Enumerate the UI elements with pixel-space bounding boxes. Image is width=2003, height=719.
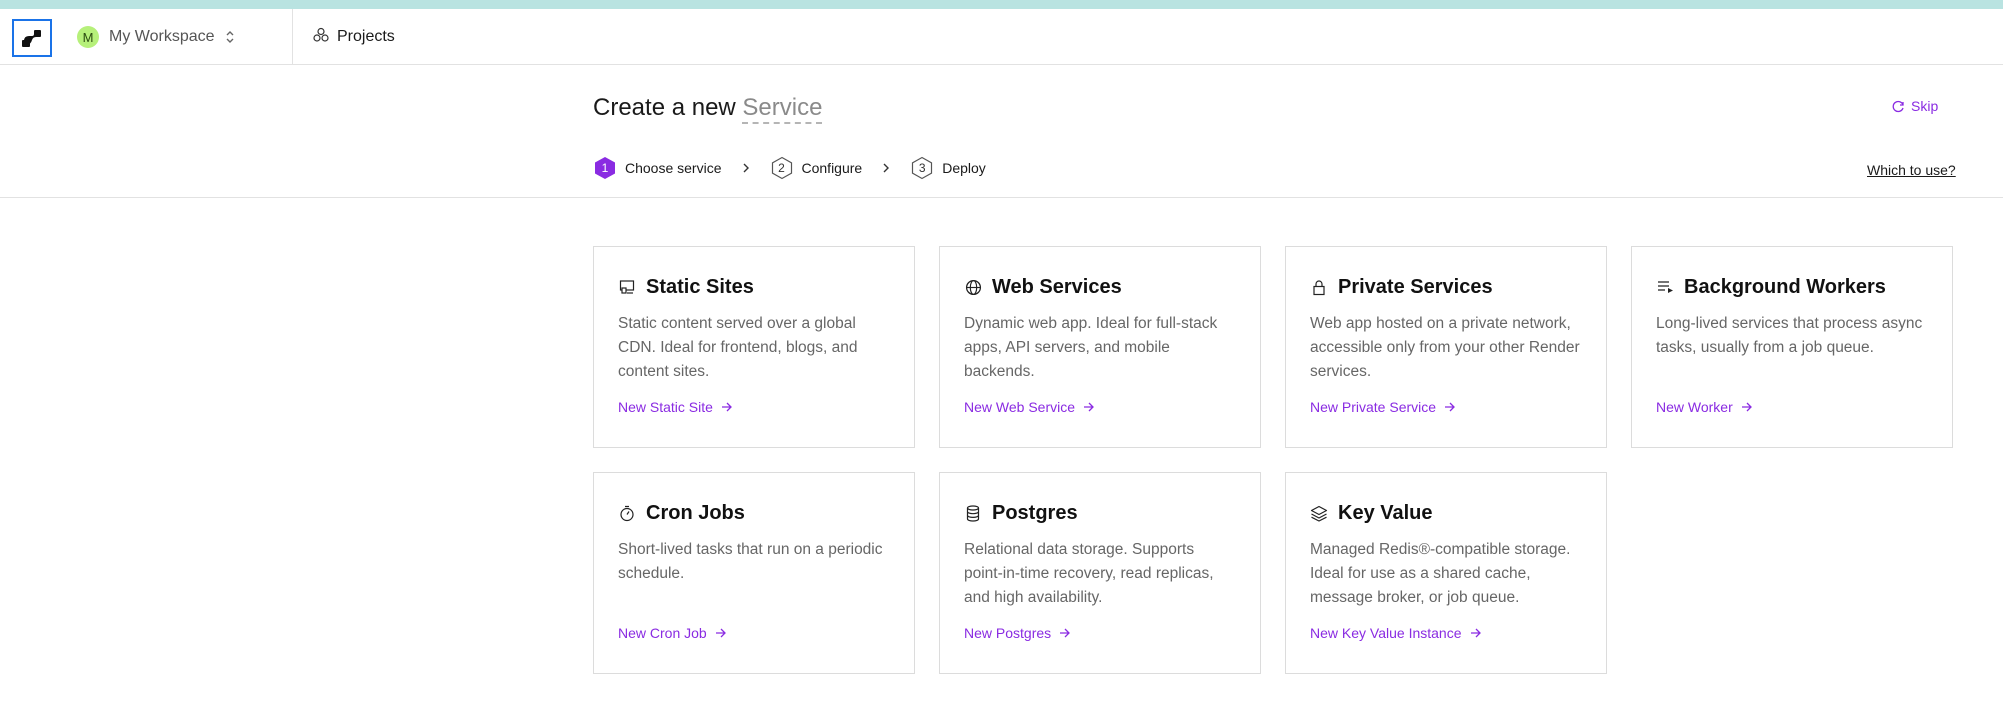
step-deploy: 3 Deploy <box>910 156 986 180</box>
service-card-web-services[interactable]: Web Services Dynamic web app. Ideal for … <box>939 246 1261 448</box>
workspace-switcher[interactable]: M My Workspace <box>77 25 235 49</box>
card-description: Web app hosted on a private network, acc… <box>1310 315 1580 380</box>
stepper: 1 Choose service 2 Configure 3 Deploy <box>593 156 986 180</box>
projects-label: Projects <box>337 28 395 45</box>
chevron-right-icon <box>742 162 750 174</box>
service-card-background-workers[interactable]: Background Workers Long-lived services t… <box>1631 246 1953 448</box>
new-cron-job-link[interactable]: New Cron Job <box>618 625 727 641</box>
service-card-private-services[interactable]: Private Services Web app hosted on a pri… <box>1285 246 1607 448</box>
service-type-word[interactable]: Service <box>742 94 823 124</box>
service-card-static-sites[interactable]: Static Sites Static content served over … <box>593 246 915 448</box>
new-worker-link[interactable]: New Worker <box>1656 399 1753 415</box>
layers-icon <box>1310 504 1328 522</box>
new-key-value-instance-link[interactable]: New Key Value Instance <box>1310 625 1482 641</box>
arrow-right-icon <box>1741 402 1752 412</box>
stopwatch-icon <box>618 504 636 522</box>
new-postgres-link[interactable]: New Postgres <box>964 625 1071 641</box>
step-label: Choose service <box>625 160 722 176</box>
workspace-name: My Workspace <box>109 28 215 45</box>
page-title-prefix: Create a new <box>593 94 736 121</box>
skip-label: Skip <box>1911 98 1939 114</box>
projects-icon <box>313 27 329 48</box>
step-label: Configure <box>801 160 863 176</box>
card-description: Dynamic web app. Ideal for full-stack ap… <box>964 315 1218 380</box>
step-label: Deploy <box>942 160 986 176</box>
workspace-avatar: M <box>77 26 99 48</box>
top-bar: M My Workspace Projects <box>0 9 2003 65</box>
card-title: Key Value <box>1338 501 1433 524</box>
which-to-use-link[interactable]: Which to use? <box>1867 162 1956 178</box>
create-service-header: Create a new Service Skip 1 Choose servi… <box>0 66 2003 198</box>
redo-arrow-icon <box>1892 100 1904 113</box>
service-card-key-value[interactable]: Key Value Managed Redis®-compatible stor… <box>1285 472 1607 674</box>
card-description: Relational data storage. Supports point-… <box>964 541 1214 606</box>
card-title: Static Sites <box>646 275 754 298</box>
arrow-right-icon <box>1470 628 1481 638</box>
arrow-right-icon <box>1445 402 1455 412</box>
card-description: Long-lived services that process async t… <box>1656 315 1923 356</box>
arrow-right-icon <box>1084 402 1094 412</box>
new-web-service-link[interactable]: New Web Service <box>964 399 1095 415</box>
service-card-postgres[interactable]: Postgres Relational data storage. Suppor… <box>939 472 1261 674</box>
render-logo-icon <box>16 23 48 53</box>
arrow-right-icon <box>721 402 732 412</box>
card-description: Managed Redis®-compatible storage. Ideal… <box>1310 541 1571 606</box>
new-private-service-link[interactable]: New Private Service <box>1310 399 1456 415</box>
arrow-right-icon <box>1060 628 1071 638</box>
database-icon <box>964 504 982 522</box>
chevron-right-icon <box>882 162 890 174</box>
globe-icon <box>964 278 982 296</box>
card-title: Cron Jobs <box>646 501 745 524</box>
step-choose-service: 1 Choose service <box>593 156 722 180</box>
step-2-badge: 2 <box>770 156 794 180</box>
top-accent-strip <box>0 0 2003 9</box>
projects-nav-link[interactable]: Projects <box>313 25 395 49</box>
lock-icon <box>1310 278 1328 296</box>
render-logo-button[interactable] <box>12 19 52 57</box>
page-title: Create a new Service <box>593 94 823 124</box>
new-static-site-link[interactable]: New Static Site <box>618 399 733 415</box>
list-play-icon <box>1656 278 1674 296</box>
step-configure: 2 Configure <box>770 156 863 180</box>
card-title: Postgres <box>992 501 1078 524</box>
arrow-right-icon <box>715 628 726 638</box>
step-1-badge: 1 <box>593 156 617 180</box>
card-description: Static content served over a global CDN.… <box>618 315 858 380</box>
card-description: Short-lived tasks that run on a periodic… <box>618 541 883 582</box>
service-card-cron-jobs[interactable]: Cron Jobs Short-lived tasks that run on … <box>593 472 915 674</box>
skip-button[interactable]: Skip <box>1892 98 1938 114</box>
card-title: Background Workers <box>1684 275 1886 298</box>
card-title: Private Services <box>1338 275 1493 298</box>
card-title: Web Services <box>992 275 1122 298</box>
topbar-divider <box>292 9 293 64</box>
chevron-up-down-icon <box>225 30 235 44</box>
step-3-badge: 3 <box>910 156 934 180</box>
static-site-icon <box>618 278 636 296</box>
